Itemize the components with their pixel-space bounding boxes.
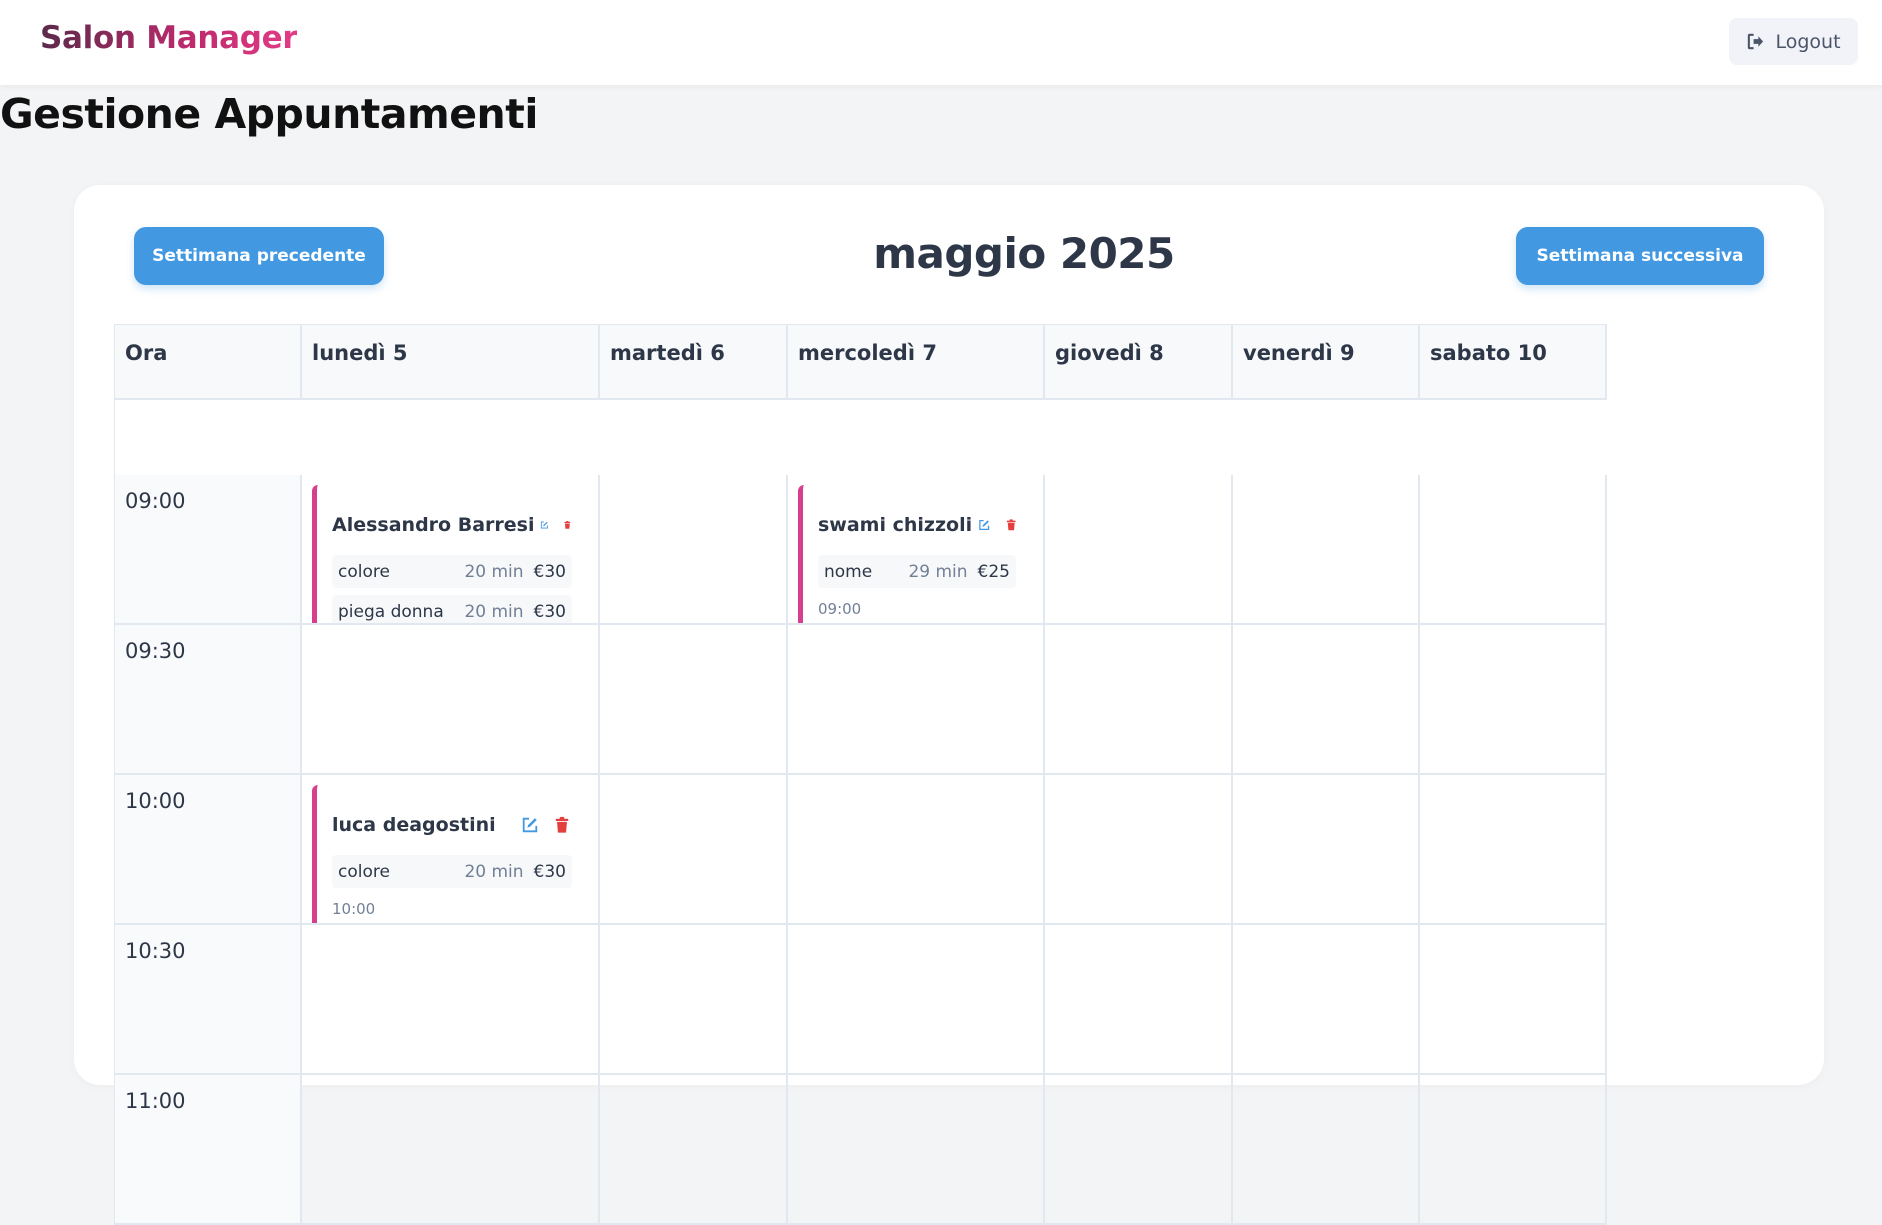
time-label: 09:30 — [115, 625, 302, 775]
navbar: Salon Manager Logout — [0, 0, 1882, 85]
service-name: piega donna — [338, 601, 444, 622]
calendar-slot[interactable]: luca deagostini colore 20 min €30 10:00 — [302, 775, 600, 925]
calendar-slot[interactable] — [1420, 1075, 1607, 1225]
header-day-wed: mercoledì 7 — [788, 325, 1045, 400]
logout-button[interactable]: Logout — [1729, 18, 1858, 65]
time-label: 11:00 — [115, 1075, 302, 1225]
logout-icon — [1748, 33, 1764, 50]
calendar-slot[interactable] — [1233, 475, 1420, 625]
delete-icon[interactable] — [553, 816, 571, 834]
appointment-time: 09:00 — [818, 600, 862, 618]
header-day-fri: venerdì 9 — [1233, 325, 1420, 400]
calendar-slot[interactable] — [600, 475, 788, 625]
calendar-slot[interactable] — [1045, 475, 1233, 625]
edit-icon[interactable] — [521, 816, 539, 834]
appointment-client: Alessandro Barresi — [332, 514, 535, 536]
calendar-slot[interactable] — [600, 775, 788, 925]
appointment-card[interactable]: luca deagostini colore 20 min €30 10:00 — [312, 785, 586, 923]
appointment-card[interactable]: Alessandro Barresi colore 20 min €30 pie… — [312, 485, 586, 623]
service-name: colore — [338, 561, 390, 582]
logout-label: Logout — [1775, 30, 1841, 53]
calendar-slot[interactable] — [302, 1075, 600, 1225]
service-row: nome 29 min €25 — [818, 555, 1016, 588]
service-duration: 29 min — [908, 561, 968, 582]
calendar-slot[interactable] — [1233, 775, 1420, 925]
time-label: 09:00 — [115, 475, 302, 625]
calendar-slot[interactable]: swami chizzoli nome 29 min €25 09:00 — [788, 475, 1045, 625]
calendar-slot[interactable] — [1045, 775, 1233, 925]
service-price: €25 — [977, 561, 1010, 582]
calendar-slot[interactable] — [302, 925, 600, 1075]
service-duration: 20 min — [464, 561, 524, 582]
service-name: nome — [824, 561, 873, 582]
calendar-card: Settimana precedente maggio 2025 Settima… — [74, 185, 1824, 1225]
edit-icon[interactable] — [978, 516, 990, 534]
appointment-client: luca deagostini — [332, 814, 496, 836]
time-label: 10:00 — [115, 775, 302, 925]
header-day-thu: giovedì 8 — [1045, 325, 1233, 400]
calendar-slot[interactable] — [1420, 625, 1607, 775]
previous-week-button[interactable]: Settimana precedente — [134, 227, 384, 285]
calendar-slot[interactable] — [788, 925, 1045, 1075]
calendar-slot[interactable] — [1420, 775, 1607, 925]
calendar-slot[interactable] — [788, 1075, 1045, 1225]
service-duration: 20 min — [464, 601, 524, 622]
header-day-sat: sabato 10 — [1420, 325, 1607, 400]
calendar-slot[interactable] — [1045, 925, 1233, 1075]
calendar-slot[interactable] — [1233, 925, 1420, 1075]
service-price: €30 — [533, 601, 566, 622]
service-price: €30 — [533, 561, 566, 582]
service-name: colore — [338, 861, 390, 882]
appointment-client: swami chizzoli — [818, 514, 973, 536]
calendar-slot[interactable] — [600, 625, 788, 775]
service-duration: 20 min — [464, 861, 524, 882]
appointment-time: 10:00 — [332, 900, 376, 918]
calendar-slot[interactable] — [1045, 1075, 1233, 1225]
calendar-slot[interactable] — [788, 625, 1045, 775]
calendar-slot[interactable] — [1045, 625, 1233, 775]
calendar-slot[interactable] — [788, 775, 1045, 925]
edit-icon[interactable] — [540, 516, 549, 534]
calendar-slot[interactable] — [600, 925, 788, 1075]
calendar-slot[interactable] — [1420, 475, 1607, 625]
header-day-mon: lunedì 5 — [302, 325, 600, 400]
calendar-slot[interactable] — [600, 1075, 788, 1225]
appointment-card[interactable]: swami chizzoli nome 29 min €25 09:00 — [798, 485, 1031, 623]
calendar-slot[interactable] — [1233, 625, 1420, 775]
brand-logo[interactable]: Salon Manager — [40, 20, 298, 56]
time-label: 10:30 — [115, 925, 302, 1075]
header-ora: Ora — [115, 325, 302, 400]
calendar-slot[interactable] — [302, 625, 600, 775]
delete-icon[interactable] — [1005, 516, 1017, 534]
calendar-slot[interactable] — [1420, 925, 1607, 1075]
delete-icon[interactable] — [563, 516, 572, 534]
service-price: €30 — [533, 861, 566, 882]
month-title: maggio 2025 — [873, 229, 1175, 278]
calendar-slot[interactable]: Alessandro Barresi colore 20 min €30 pie… — [302, 475, 600, 625]
calendar-slot[interactable] — [1233, 1075, 1420, 1225]
service-row: colore 20 min €30 — [332, 855, 572, 888]
calendar-grid: Ora lunedì 5 martedì 6 mercoledì 7 giove… — [114, 324, 1607, 1225]
header-day-tue: martedì 6 — [600, 325, 788, 400]
next-week-button[interactable]: Settimana successiva — [1516, 227, 1764, 285]
service-row: piega donna 20 min €30 — [332, 595, 572, 623]
service-row: colore 20 min €30 — [332, 555, 572, 588]
page-title: Gestione Appuntamenti — [0, 90, 538, 138]
